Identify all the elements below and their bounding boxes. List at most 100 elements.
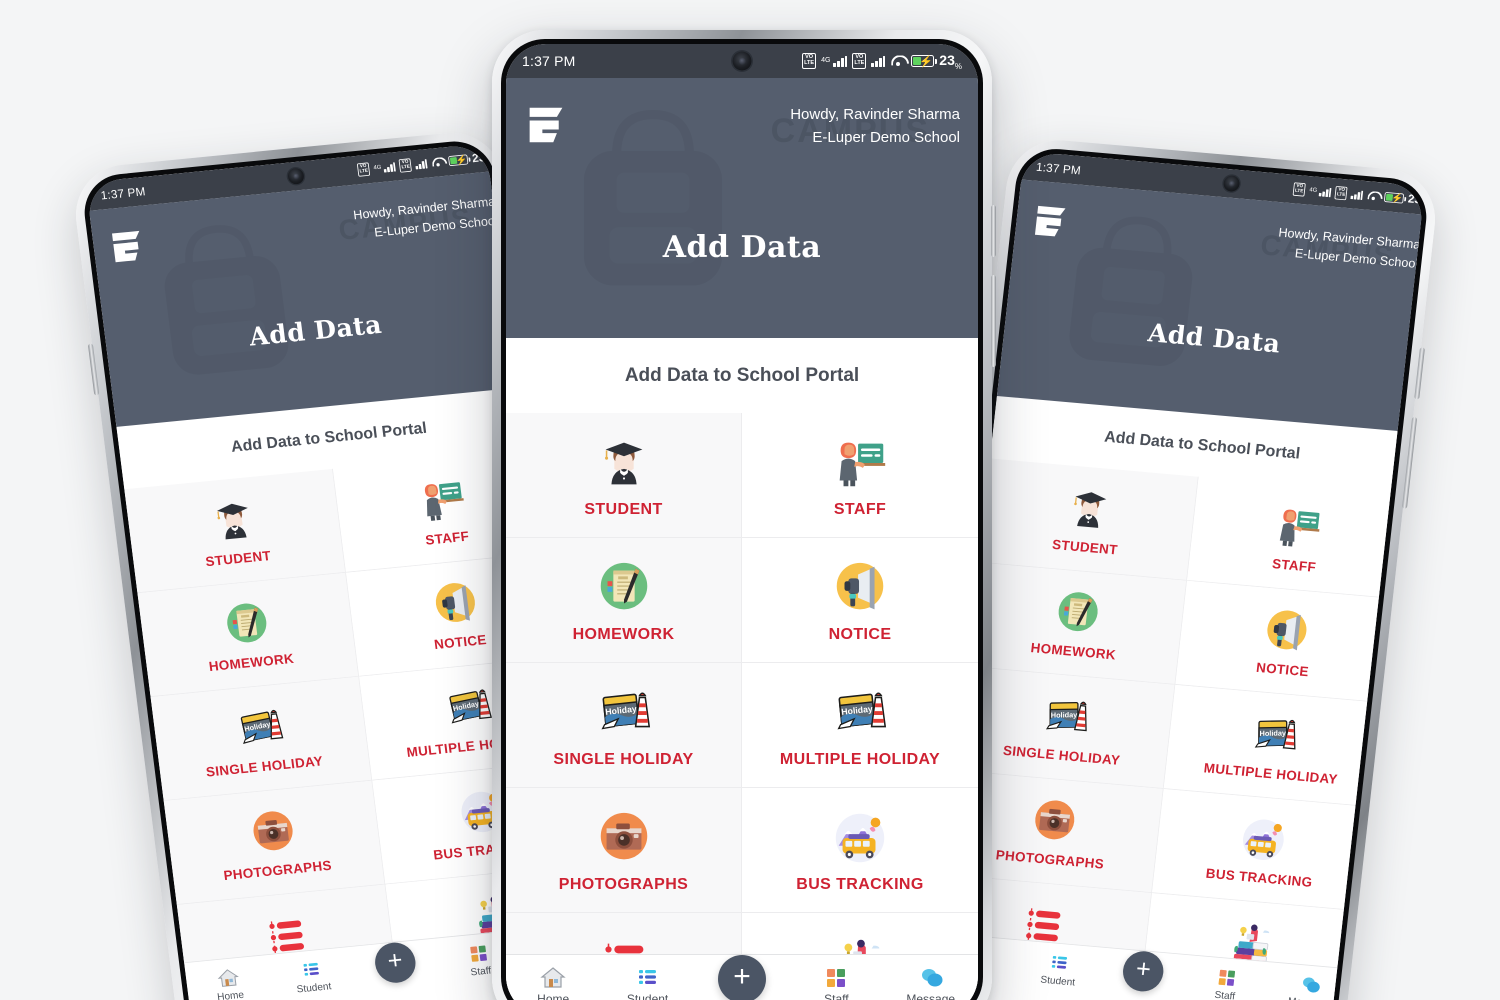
tile-student[interactable]: STUDENT (978, 458, 1199, 581)
volume-button[interactable] (991, 275, 996, 367)
nav-label: Student (295, 979, 332, 995)
tile-multiple-holiday[interactable]: Holiday MULTIPLE HOLIDAY (1163, 684, 1385, 808)
network-generation-label: 4G (821, 57, 831, 65)
holiday-lighthouse-icon: Holiday (240, 709, 283, 744)
tile-bus-tracking[interactable]: BUS TRACKING (1151, 788, 1373, 912)
app-header: CAMPUS Howdy, Ravinder Sharma E-Luper De… (506, 78, 978, 338)
tile-student[interactable]: STUDENT (124, 468, 347, 594)
nav-item-home[interactable]: Home (198, 965, 261, 1000)
volume-button[interactable] (87, 343, 100, 396)
power-button[interactable] (1414, 347, 1425, 400)
tile-homework[interactable]: HOMEWORK (506, 538, 742, 663)
app-header: CAMPUS Howdy, Ravinder Sharma E-Luper De… (996, 179, 1425, 433)
volte-icon-2: VO LTE (398, 158, 413, 173)
front-camera-punch-hole (287, 167, 305, 185)
home-icon (540, 967, 566, 988)
signal-bars-icon-2 (871, 54, 886, 68)
content-scroll-area[interactable]: Add Data to School Portal STUDENT STAFF … (936, 395, 1415, 969)
tile-homework[interactable]: HOMEWORK (137, 572, 360, 698)
battery-charging-icon: ⚡ (911, 54, 937, 68)
tile-staff[interactable]: STAFF (742, 413, 978, 538)
nav-label: Home (537, 992, 570, 1000)
tile-staff[interactable]: STAFF (1187, 476, 1408, 600)
tile-multiple-holiday[interactable]: Holiday MULTIPLE HOLIDAY (742, 663, 978, 788)
volte-icon: VO LTE (1292, 182, 1306, 197)
volume-button[interactable] (1401, 416, 1418, 509)
tile-single-holiday[interactable]: Holiday SINGLE HOLIDAY (150, 676, 373, 802)
holiday-lighthouse-icon: Holiday (1045, 701, 1087, 731)
center-phone-screen: 1:37 PM VO LTE 4G VO LTE ⚡ 23% CAMPUS Ho… (506, 44, 978, 1000)
e-luper-logo (111, 230, 140, 263)
battery-percent: 23% (471, 149, 493, 166)
status-time: 1:37 PM (99, 184, 147, 202)
backpack-watermark-icon (583, 109, 723, 286)
app-header: CAMPUS Howdy, Ravinder Sharma E-Luper De… (89, 169, 534, 427)
tile-bus-tracking[interactable]: BUS TRACKING (742, 788, 978, 913)
grid-squares-icon (1218, 969, 1236, 986)
nav-label: Staff (824, 992, 849, 1000)
graduate-student-icon (216, 503, 248, 540)
greeting-block: Howdy, Ravinder Sharma E-Luper Demo Scho… (1275, 224, 1421, 274)
nav-label: Student (626, 992, 669, 1000)
tile-timeline-post[interactable]: TIMELINE POST (506, 913, 742, 954)
plus-fab-icon[interactable]: + (1120, 949, 1166, 993)
tile-label: PHOTOGRAPHS (558, 875, 689, 893)
backpack-watermark-icon (1069, 216, 1193, 366)
nav-item-staff[interactable]: Staff (801, 965, 871, 1000)
battery-charging-icon: ⚡ (448, 154, 469, 166)
books-notes-icon (844, 939, 880, 954)
tile-label: HOMEWORK (1029, 640, 1117, 663)
nav-item-message[interactable]: Message (1278, 972, 1340, 1000)
power-button[interactable] (991, 205, 996, 257)
tile-photographs[interactable]: PHOTOGRAPHS (163, 780, 386, 905)
tile-notice[interactable]: NOTICE (742, 538, 978, 663)
tile-notes[interactable]: NOTES (742, 913, 978, 954)
content-scroll-area[interactable]: Add Data to School Portal STUDENT STAFF … (506, 338, 978, 954)
volte-icon: VO LTE (356, 162, 371, 177)
tile-photographs[interactable]: PHOTOGRAPHS (506, 788, 742, 913)
tile-label: STUDENT (584, 500, 663, 518)
e-luper-logo (529, 107, 563, 143)
home-icon (217, 969, 239, 987)
plus-fab-icon[interactable]: + (717, 954, 766, 1000)
megaphone-icon (836, 562, 884, 609)
network-generation-label: 4G (1308, 187, 1318, 194)
holiday-lighthouse-icon: Holiday (1254, 719, 1296, 750)
student-list-icon (1051, 955, 1068, 969)
holiday-lighthouse-icon: Holiday (837, 691, 887, 729)
front-camera-punch-hole (1222, 174, 1241, 193)
notepad-pencil-icon (1058, 591, 1098, 631)
camera-icon (600, 812, 647, 859)
student-list-icon (638, 970, 656, 984)
status-time: 1:37 PM (522, 53, 576, 69)
tile-notice[interactable]: NOTICE (1175, 580, 1396, 704)
fab-add-button[interactable]: + (707, 954, 777, 1000)
chat-bubbles-icon (1303, 977, 1320, 993)
tile-label: STUDENT (1051, 537, 1119, 558)
tile-single-holiday[interactable]: Holiday SINGLE HOLIDAY (506, 663, 742, 788)
fab-add-button[interactable]: + (365, 940, 427, 985)
student-list-icon (303, 962, 319, 976)
nav-item-message[interactable]: Message (896, 965, 966, 1000)
nav-item-student[interactable]: Student (1028, 950, 1090, 989)
plus-fab-icon[interactable]: + (372, 940, 418, 985)
megaphone-icon (1267, 610, 1307, 650)
nav-item-staff[interactable]: Staff (1195, 964, 1257, 1000)
network-generation-label: 4G (373, 164, 382, 172)
signal-bars-icon (1319, 186, 1332, 198)
action-tile-grid: STUDENT STAFF HOMEWORK NOTICE Holiday SI… (936, 458, 1408, 969)
volte-icon-2: VO LTE (852, 52, 867, 69)
tile-label: STAFF (833, 500, 887, 518)
nav-item-student[interactable]: Student (613, 965, 683, 1000)
tile-homework[interactable]: HOMEWORK (966, 562, 1188, 685)
tile-student[interactable]: STUDENT (506, 413, 742, 538)
nav-label: Message (906, 992, 956, 1000)
fab-add-button[interactable]: + (1112, 949, 1174, 993)
nav-item-student[interactable]: Student (281, 956, 344, 996)
graduate-student-icon (604, 442, 642, 484)
nav-item-home[interactable]: Home (518, 965, 588, 1000)
status-bar: 1:37 PM VO LTE 4G VO LTE ⚡ 23% (506, 44, 978, 78)
nav-label: Message (1287, 995, 1329, 1000)
greeting-block: Howdy, Ravinder Sharma E-Luper Demo Scho… (790, 104, 960, 149)
tile-label: MULTIPLE HOLIDAY (779, 750, 941, 768)
